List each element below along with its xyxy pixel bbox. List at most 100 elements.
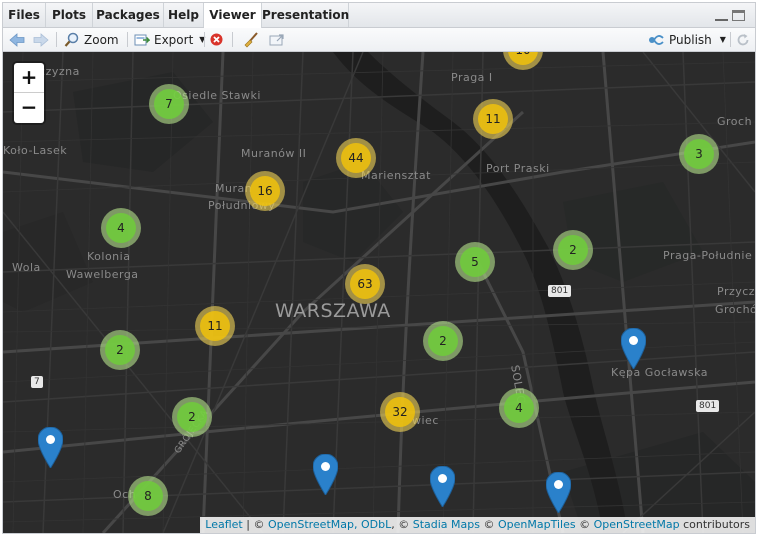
zoom-control: + − bbox=[14, 63, 44, 123]
cluster-count: 5 bbox=[460, 247, 490, 277]
map-pin-icon[interactable] bbox=[313, 454, 338, 495]
toolbar-separator bbox=[204, 32, 205, 47]
attribution-text: © bbox=[479, 518, 498, 531]
map-pin-icon[interactable] bbox=[621, 328, 646, 369]
cluster-count: 63 bbox=[350, 269, 380, 299]
back-arrow-icon[interactable] bbox=[9, 28, 25, 51]
marker-cluster[interactable]: 44 bbox=[336, 138, 376, 178]
map-label: Port Praski bbox=[486, 162, 550, 175]
zoom-label: Zoom bbox=[84, 32, 119, 47]
attribution-text: contributors bbox=[679, 518, 750, 531]
road-shield: 7 bbox=[31, 376, 43, 388]
cluster-count: 44 bbox=[341, 143, 371, 173]
minimize-pane-icon[interactable] bbox=[715, 10, 728, 21]
map-attribution: Leaflet | © OpenStreetMap, ODbL, © Stadi… bbox=[200, 517, 755, 533]
map-label: Grochó bbox=[715, 303, 755, 316]
marker-cluster[interactable]: 2 bbox=[553, 230, 593, 270]
marker-cluster[interactable]: 16 bbox=[245, 171, 285, 211]
refresh-button[interactable] bbox=[736, 28, 750, 51]
export-dropdown[interactable]: Export ▼ bbox=[134, 28, 205, 51]
marker-cluster[interactable]: 7 bbox=[149, 84, 189, 124]
marker-cluster[interactable]: 3 bbox=[679, 134, 719, 174]
odbl-link[interactable]: , ODbL bbox=[354, 518, 391, 531]
show-in-window-button[interactable] bbox=[269, 28, 285, 51]
openstreetmap-link[interactable]: OpenStreetMap bbox=[594, 518, 680, 531]
city-label: WARSZAWA bbox=[275, 300, 391, 322]
export-label: Export bbox=[154, 32, 194, 47]
cluster-count: 11 bbox=[200, 311, 230, 341]
map-pin-icon[interactable] bbox=[38, 427, 63, 468]
zoom-out-button[interactable]: − bbox=[14, 93, 44, 123]
marker-cluster[interactable]: 63 bbox=[345, 264, 385, 304]
cluster-count: 2 bbox=[177, 402, 207, 432]
marker-cluster[interactable]: 11 bbox=[195, 306, 235, 346]
map-label: Wola bbox=[12, 261, 41, 274]
marker-cluster[interactable]: 4 bbox=[101, 208, 141, 248]
refresh-icon bbox=[737, 33, 749, 45]
map-label: Praga I bbox=[451, 71, 493, 84]
attribution-text: © bbox=[575, 518, 594, 531]
marker-cluster[interactable]: 8 bbox=[128, 476, 168, 516]
leaflet-map[interactable]: lszczyzna Osiedle Stawki Koło-Lasek Mura… bbox=[3, 52, 755, 533]
close-circle-icon bbox=[210, 33, 223, 46]
maximize-pane-icon[interactable] bbox=[732, 10, 745, 21]
map-label: Wawelberga bbox=[66, 268, 139, 281]
publish-label: Publish bbox=[669, 32, 712, 47]
publish-dropdown[interactable]: Publish ▼ bbox=[648, 28, 726, 51]
cluster-count: 32 bbox=[385, 397, 415, 427]
attribution-text: | © bbox=[242, 518, 268, 531]
marker-cluster[interactable]: 5 bbox=[455, 242, 495, 282]
zoom-in-button[interactable]: + bbox=[14, 63, 44, 93]
cluster-count: 16 bbox=[250, 176, 280, 206]
tab-presentation[interactable]: Presentation bbox=[262, 3, 349, 27]
cluster-count: 2 bbox=[428, 326, 458, 356]
tab-plots[interactable]: Plots bbox=[46, 3, 93, 27]
export-icon bbox=[134, 34, 150, 45]
cluster-count: 2 bbox=[105, 335, 135, 365]
map-label: Koło-Lasek bbox=[3, 144, 68, 157]
cluster-count: 2 bbox=[558, 235, 588, 265]
leaflet-link[interactable]: Leaflet bbox=[205, 518, 242, 531]
publish-icon bbox=[649, 34, 664, 45]
map-label: Przycz bbox=[717, 285, 755, 298]
cluster-count: 7 bbox=[154, 89, 184, 119]
magnifier-icon bbox=[64, 32, 79, 47]
marker-cluster[interactable]: 4 bbox=[499, 388, 539, 428]
viewer-pane: Files Plots Packages Help Viewer Present… bbox=[2, 2, 756, 534]
stadia-maps-link[interactable]: Stadia Maps bbox=[413, 518, 480, 531]
cluster-count: 3 bbox=[684, 139, 714, 169]
broom-icon bbox=[244, 31, 258, 47]
map-pin-icon[interactable] bbox=[546, 472, 571, 513]
openmaptiles-link[interactable]: OpenMapTiles bbox=[498, 518, 576, 531]
toolbar-separator bbox=[730, 32, 731, 47]
marker-cluster[interactable]: 2 bbox=[172, 397, 212, 437]
map-label: Groch bbox=[717, 115, 753, 128]
openstreetmap-link[interactable]: OpenStreetMap bbox=[268, 518, 354, 531]
marker-cluster[interactable]: 11 bbox=[473, 99, 513, 139]
marker-cluster[interactable]: 32 bbox=[380, 392, 420, 432]
zoom-button[interactable]: Zoom bbox=[64, 28, 119, 51]
cluster-count: 8 bbox=[133, 481, 163, 511]
toolbar-separator bbox=[232, 32, 233, 47]
tab-files[interactable]: Files bbox=[3, 3, 46, 27]
road-shield: 801 bbox=[696, 400, 720, 412]
tab-help[interactable]: Help bbox=[164, 3, 204, 27]
clear-all-button[interactable] bbox=[243, 28, 259, 51]
popout-window-icon bbox=[269, 33, 284, 45]
tab-packages[interactable]: Packages bbox=[93, 3, 164, 27]
marker-cluster[interactable]: 2 bbox=[100, 330, 140, 370]
forward-arrow-icon[interactable] bbox=[33, 28, 49, 51]
tab-viewer[interactable]: Viewer bbox=[204, 3, 262, 28]
viewer-toolbar: Zoom Export ▼ Publish ▼ bbox=[3, 28, 755, 52]
cluster-count: 10 bbox=[508, 52, 538, 65]
map-label: Kolonia bbox=[87, 250, 131, 263]
map-label: Mariensztat bbox=[361, 169, 431, 182]
map-pin-icon[interactable] bbox=[430, 466, 455, 507]
remove-viewer-button[interactable] bbox=[210, 28, 223, 51]
pane-tab-bar: Files Plots Packages Help Viewer Present… bbox=[3, 3, 755, 28]
toolbar-separator bbox=[56, 32, 57, 47]
cluster-count: 11 bbox=[478, 104, 508, 134]
chevron-down-icon: ▼ bbox=[719, 35, 726, 44]
marker-cluster[interactable]: 2 bbox=[423, 321, 463, 361]
road-shield: 801 bbox=[548, 285, 572, 297]
